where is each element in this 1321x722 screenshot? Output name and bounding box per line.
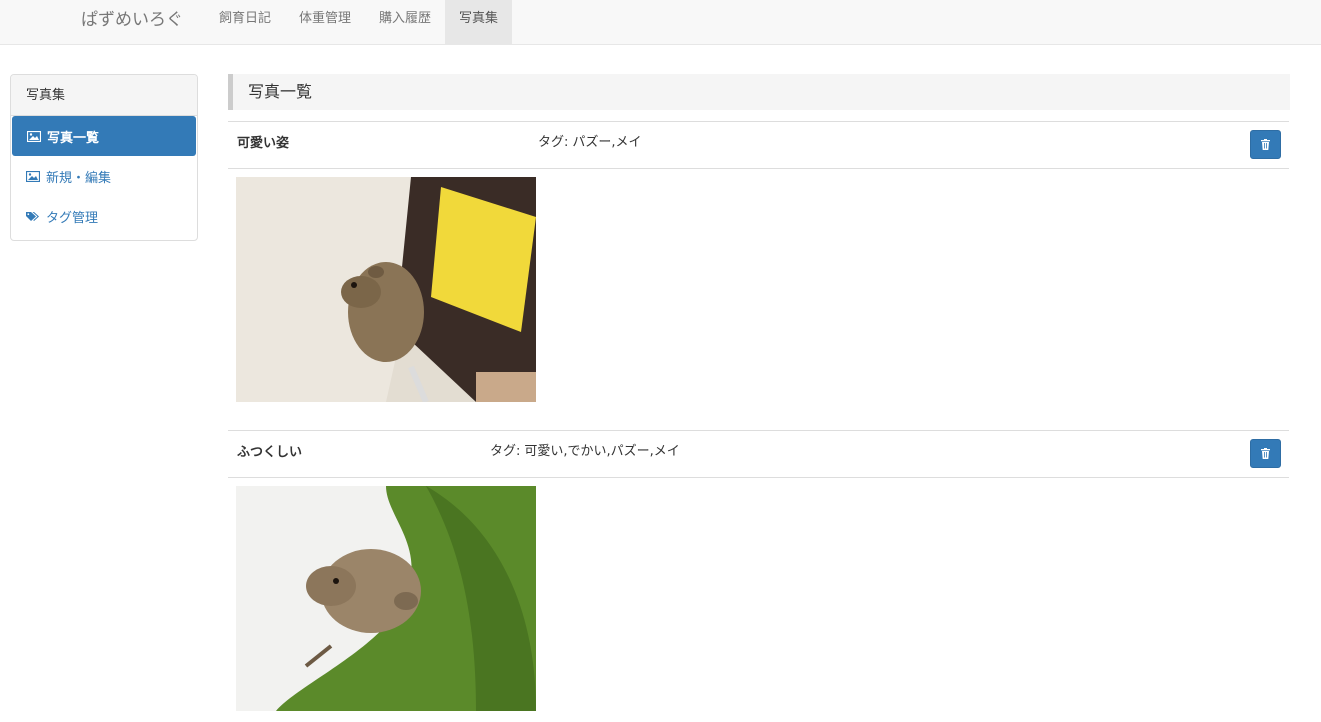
sidebar-item-new-edit[interactable]: 新規・編集 — [11, 156, 197, 196]
photo-title: 可愛い姿 — [237, 136, 290, 151]
delete-button[interactable] — [1250, 439, 1281, 468]
image-icon — [26, 170, 40, 182]
sidebar-item-label: 写真一覧 — [47, 130, 100, 146]
trash-icon — [1261, 448, 1270, 459]
photo-image[interactable] — [236, 177, 536, 402]
nav-item-diary[interactable]: 飼育日記 — [205, 0, 285, 44]
photo-tags: タグ: 可愛い,でかい,パズー,メイ — [490, 440, 680, 459]
trash-icon — [1261, 139, 1270, 150]
tags-icon — [26, 211, 40, 222]
sidebar-panel: 写真集 写真一覧 新規・編集 タグ管理 — [10, 74, 198, 241]
sidebar-item-label: 新規・編集 — [46, 170, 112, 186]
image-icon — [27, 130, 41, 142]
photo-title: ふつくしい — [237, 445, 303, 460]
top-navbar: ぱずめいろぐ 飼育日記 体重管理 購入履歴 写真集 — [0, 0, 1321, 45]
nav-item-weight[interactable]: 体重管理 — [285, 0, 365, 44]
photo-image[interactable] — [236, 486, 536, 711]
tag-values: パズー,メイ — [572, 135, 642, 150]
delete-button[interactable] — [1250, 130, 1281, 159]
main-nav: 飼育日記 体重管理 購入履歴 写真集 — [205, 0, 513, 44]
brand-logo-text[interactable]: ぱずめいろぐ — [81, 0, 183, 44]
photo-entry-row: ふつくしい タグ: 可愛い,でかい,パズー,メイ — [228, 430, 1289, 478]
nav-item-purchases[interactable]: 購入履歴 — [365, 0, 445, 44]
tag-prefix: タグ: — [490, 444, 521, 459]
tag-values: 可愛い,でかい,パズー,メイ — [524, 444, 680, 459]
photo-entry-row: 可愛い姿 タグ: パズー,メイ — [228, 121, 1289, 169]
sidebar-item-photo-list[interactable]: 写真一覧 — [12, 116, 196, 156]
tag-prefix: タグ: — [538, 135, 569, 150]
sidebar-item-label: タグ管理 — [46, 210, 99, 226]
page-title: 写真一覧 — [228, 74, 1290, 110]
sidebar-item-tags[interactable]: タグ管理 — [11, 196, 197, 236]
photo-tags: タグ: パズー,メイ — [538, 131, 642, 150]
nav-item-photos[interactable]: 写真集 — [445, 0, 513, 44]
sidebar-heading: 写真集 — [11, 75, 197, 116]
